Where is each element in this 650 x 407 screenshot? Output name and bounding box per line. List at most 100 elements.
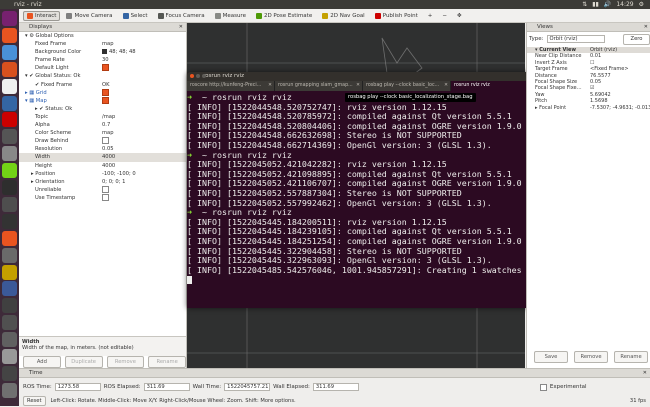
property-row[interactable]: Default Light — [19, 64, 186, 72]
tray-item[interactable]: ⚙ — [639, 1, 644, 8]
property-row[interactable]: Unreliable — [19, 185, 186, 194]
property-row[interactable]: Draw Behind — [19, 137, 186, 145]
tool-measure[interactable]: Measure — [211, 11, 250, 21]
launcher-app-icon[interactable] — [2, 146, 17, 162]
property-value[interactable] — [102, 96, 109, 105]
launcher-app-icon[interactable] — [2, 44, 17, 60]
property-row[interactable]: Width 4000 — [19, 153, 186, 162]
property-row[interactable]: ▸ ▦ Grid — [19, 88, 186, 97]
experimental-checkbox[interactable] — [539, 383, 547, 391]
property-value[interactable] — [102, 64, 109, 72]
property-row[interactable]: ✔ Fixed Frame OK — [19, 81, 186, 89]
launcher-app-icon[interactable] — [2, 349, 17, 364]
launcher-app-icon[interactable] — [2, 298, 17, 314]
ros-time-field[interactable]: 1273.58 — [54, 383, 101, 391]
launcher-app-icon[interactable] — [2, 27, 17, 43]
property-row[interactable]: Topic/map — [19, 113, 186, 121]
tool-move-camera[interactable]: Move Camera — [62, 11, 116, 21]
property-row[interactable]: Use Timestamp — [19, 193, 186, 202]
property-row[interactable]: Resolution 0.05 — [19, 145, 186, 153]
launcher-app-icon[interactable] — [2, 382, 17, 398]
checkbox[interactable] — [102, 185, 109, 193]
launcher-app-icon[interactable] — [2, 365, 17, 381]
property-row[interactable]: ▾ ⚙ Global Options — [19, 32, 186, 40]
launcher-app-icon[interactable] — [2, 112, 17, 128]
property-row[interactable]: ▾ ▦ Map — [19, 96, 186, 105]
checkbox[interactable] — [102, 96, 109, 104]
checkbox[interactable] — [102, 193, 109, 201]
terminal-tab[interactable]: rosbag play --clock basic_loc... ✕ — [363, 81, 451, 91]
launcher-app-icon[interactable] — [2, 95, 17, 111]
launcher-app-icon[interactable] — [2, 11, 17, 26]
duplicate-display-button[interactable]: Duplicate — [64, 356, 103, 368]
launcher-app-icon[interactable] — [2, 230, 17, 246]
tool-publish-point[interactable]: Publish Point — [371, 11, 422, 21]
terminal-tab[interactable]: rosrun gmapping slam_gmap... ✕ — [275, 81, 363, 91]
tray-item[interactable]: ⇅ — [582, 1, 587, 8]
reset-button[interactable]: Reset — [23, 396, 46, 406]
property-row[interactable]: Height 4000 — [19, 162, 186, 170]
remove-view-button[interactable]: Remove — [574, 351, 608, 363]
terminal-output[interactable]: ➜ ~ rosrun rviz rviz[ INFO] [1522044548.… — [187, 91, 553, 285]
ros-elapsed-field[interactable]: 311.69 — [143, 383, 190, 391]
close-icon[interactable]: ✕ — [644, 23, 648, 31]
close-tab-icon[interactable]: ✕ — [444, 81, 448, 91]
terminal-window[interactable]: rosrun rviz rviz roscore http://kunfeng-… — [187, 72, 553, 308]
tool-2d-nav-goal[interactable]: 2D Nav Goal — [318, 11, 369, 21]
rename-display-button[interactable]: Rename — [148, 356, 186, 368]
tray-item[interactable]: 14:29 — [616, 1, 633, 8]
tray-item[interactable]: ▮▮ — [592, 1, 599, 8]
color-swatch[interactable] — [102, 49, 107, 55]
tool-focus-camera[interactable]: Focus Camera — [154, 11, 209, 21]
tool-select[interactable]: Select — [119, 11, 152, 21]
property-value[interactable] — [102, 88, 109, 97]
save-view-button[interactable]: Save — [534, 351, 568, 363]
property-value[interactable] — [102, 185, 109, 194]
close-window-icon[interactable] — [190, 74, 194, 78]
maximize-window-icon[interactable] — [202, 74, 206, 78]
close-icon[interactable]: ✕ — [643, 369, 647, 377]
launcher-app-icon[interactable] — [2, 180, 17, 195]
add-display-button[interactable]: Add — [23, 356, 61, 368]
zero-button[interactable]: Zero — [623, 34, 650, 45]
toolbar-extra-button[interactable]: + — [424, 11, 437, 21]
terminal-tab[interactable]: roscore http://kunfeng-Preci... ✕ — [187, 81, 275, 91]
launcher-app-icon[interactable] — [2, 61, 17, 77]
property-value[interactable] — [102, 137, 109, 145]
launcher-app-icon[interactable] — [2, 78, 17, 94]
property-row[interactable]: Background Color 48; 48; 48 — [19, 48, 186, 56]
launcher-app-icon[interactable] — [2, 264, 17, 280]
launcher-app-icon[interactable] — [2, 281, 17, 297]
toolbar-extra-button[interactable]: − — [438, 11, 451, 21]
property-row[interactable]: ▸ Position -100; -100; 0 — [19, 170, 186, 178]
checkbox[interactable] — [102, 88, 109, 96]
launcher-app-icon[interactable] — [2, 315, 17, 331]
close-icon[interactable]: ✕ — [179, 23, 183, 31]
toolbar-extra-button[interactable]: ✥ — [453, 11, 466, 21]
launcher-app-icon[interactable] — [2, 332, 17, 348]
property-row[interactable]: Alpha 0.7 — [19, 121, 186, 129]
tray-item[interactable]: 🔊 — [604, 1, 611, 8]
view-property-row[interactable]: ▸ Focal Point -7.5307; -4.9631; -0.013… — [527, 105, 650, 111]
property-row[interactable]: ▾ ✔ Global Status: Ok — [19, 72, 186, 80]
minimize-window-icon[interactable] — [196, 74, 200, 78]
checkbox[interactable] — [102, 64, 109, 72]
rename-view-button[interactable]: Rename — [614, 351, 648, 363]
remove-display-button[interactable]: Remove — [106, 356, 145, 368]
view-type-select[interactable]: Orbit (rviz) — [546, 35, 605, 43]
property-row[interactable]: Color Scheme map — [19, 129, 186, 137]
launcher-app-icon[interactable] — [2, 163, 17, 179]
launcher-app-icon[interactable] — [2, 213, 17, 229]
property-row[interactable]: Frame Rate 30 — [19, 56, 186, 64]
property-value[interactable] — [102, 193, 109, 202]
close-tab-icon[interactable]: ✕ — [268, 81, 272, 91]
close-tab-icon[interactable]: ✕ — [356, 81, 360, 91]
tool-interact[interactable]: Interact — [23, 10, 61, 21]
property-row[interactable]: ▸ ✔ Status: Ok — [19, 105, 186, 113]
launcher-app-icon[interactable] — [2, 247, 17, 263]
wall-elapsed-field[interactable]: 311.69 — [312, 383, 359, 391]
launcher-app-icon[interactable] — [2, 196, 17, 212]
launcher-app-icon[interactable] — [2, 129, 17, 145]
tool-2d-pose-estimate[interactable]: 2D Pose Estimate — [252, 11, 316, 21]
property-row[interactable]: Fixed Frame map — [19, 40, 186, 48]
